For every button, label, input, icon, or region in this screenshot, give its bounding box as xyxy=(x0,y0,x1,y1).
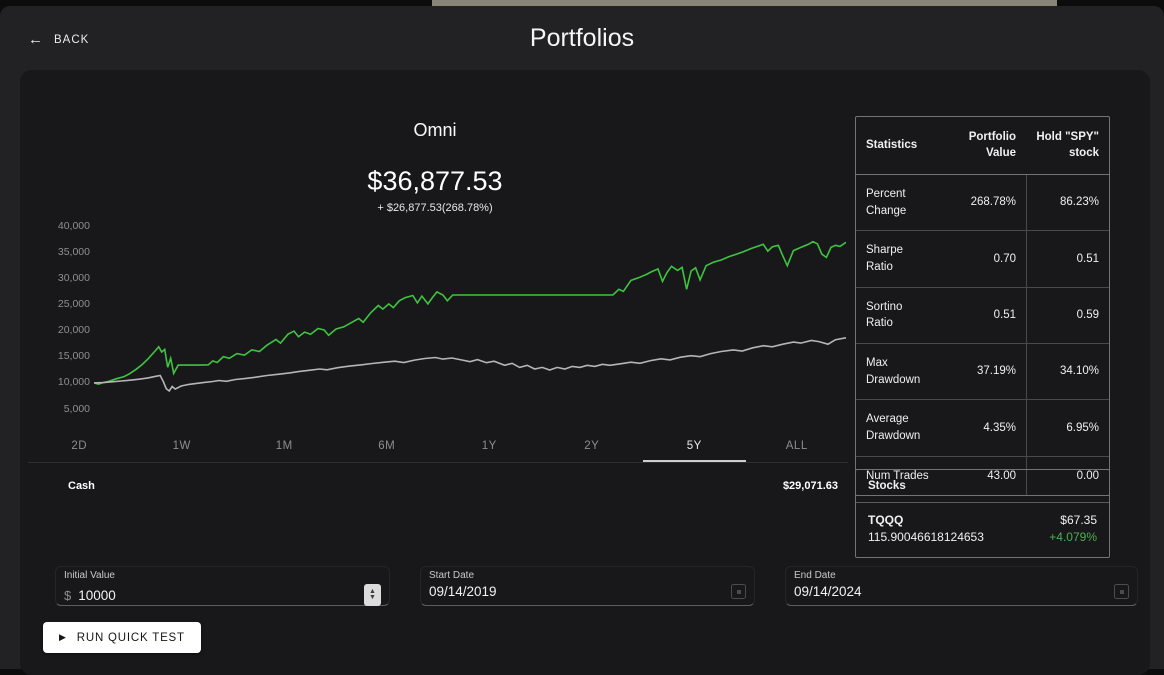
stats-row-portfolio-value: 268.78% xyxy=(942,175,1026,230)
y-tick-label: 35,000 xyxy=(28,246,90,258)
tab-1m[interactable]: 1M xyxy=(233,430,336,462)
stats-row: Sharpe Ratio0.700.51 xyxy=(856,231,1109,287)
start-date-field[interactable]: Start Date 09/14/2019 xyxy=(420,566,755,606)
tab-all[interactable]: ALL xyxy=(746,430,849,462)
portfolio-value: $36,877.53 xyxy=(20,166,850,197)
start-date-label: Start Date xyxy=(429,570,746,582)
statistics-header-row: Statistics Portfolio Value Hold "SPY" st… xyxy=(856,117,1109,175)
tab-1w[interactable]: 1W xyxy=(131,430,234,462)
stocks-title: Stocks xyxy=(856,470,1109,503)
app-surface: ← BACK Portfolios Omni $36,877.53 + $26,… xyxy=(0,6,1164,669)
stats-table-body: Percent Change268.78%86.23%Sharpe Ratio0… xyxy=(856,175,1109,495)
start-date-input[interactable]: 09/14/2019 xyxy=(429,584,497,599)
range-tabs: 2D1W1M6M1Y2Y5YALL xyxy=(28,430,848,463)
stock-change-pct: +4.079% xyxy=(1049,529,1097,546)
stock-price: $67.35 xyxy=(1060,512,1097,529)
stats-row-portfolio-value: 4.35% xyxy=(942,400,1026,455)
performance-chart: 40,000 35,000 30,000 25,000 20,000 15,000 10,0… xyxy=(20,216,850,418)
portfolio-name: Omni xyxy=(20,120,850,141)
y-tick-label: 10,000 xyxy=(28,376,90,388)
stock-row: TQQQ $67.35 115.90046618124653 +4.079% xyxy=(856,503,1109,557)
cash-label: Cash xyxy=(68,480,95,492)
stats-row: Sortino Ratio0.510.59 xyxy=(856,288,1109,344)
cash-value: $29,071.63 xyxy=(783,480,838,492)
portfolio-card: Omni $36,877.53 + $26,877.53(268.78%) 40… xyxy=(20,70,1150,675)
stats-row: Percent Change268.78%86.23% xyxy=(856,175,1109,231)
stock-symbol: TQQQ xyxy=(868,512,903,529)
stocks-panel: Stocks TQQQ $67.35 115.90046618124653 +4… xyxy=(855,469,1110,558)
back-label: BACK xyxy=(54,34,89,46)
portfolio-change: + $26,877.53(268.78%) xyxy=(20,202,850,214)
stats-row-label: Sharpe Ratio xyxy=(856,231,942,286)
initial-value-input[interactable]: 10000 xyxy=(78,588,116,603)
initial-value-field[interactable]: Initial Value $ 10000 ▲▼ xyxy=(55,566,390,606)
stats-header-label: Statistics xyxy=(856,117,942,174)
stats-row-portfolio-value: 37.19% xyxy=(942,344,1026,399)
cash-row: Cash $29,071.63 xyxy=(68,480,838,492)
stats-row-spy-value: 86.23% xyxy=(1026,175,1109,230)
tab-1y[interactable]: 1Y xyxy=(438,430,541,462)
tab-2d[interactable]: 2D xyxy=(28,430,131,462)
back-arrow-icon: ← xyxy=(28,32,44,47)
stats-row-label: Max Drawdown xyxy=(856,344,942,399)
y-tick-label: 5,000 xyxy=(28,403,90,415)
stats-row-spy-value: 6.95% xyxy=(1026,400,1109,455)
calendar-icon[interactable] xyxy=(731,584,746,599)
statistics-table: Statistics Portfolio Value Hold "SPY" st… xyxy=(855,116,1110,496)
y-tick-label: 40,000 xyxy=(28,220,90,232)
stats-row: Max Drawdown37.19%34.10% xyxy=(856,344,1109,400)
stats-header-spy: Hold "SPY" stock xyxy=(1026,117,1109,174)
dollar-prefix: $ xyxy=(64,588,71,603)
chart-svg xyxy=(94,216,846,418)
stock-shares: 115.90046618124653 xyxy=(868,529,984,546)
back-button[interactable]: ← BACK xyxy=(28,32,89,47)
end-date-label: End Date xyxy=(794,570,1129,582)
stats-row-label: Average Drawdown xyxy=(856,400,942,455)
series-portfolio-value xyxy=(94,242,846,385)
stats-row-portfolio-value: 0.51 xyxy=(942,288,1026,343)
stats-header-portfolio: Portfolio Value xyxy=(942,117,1026,174)
y-tick-label: 25,000 xyxy=(28,298,90,310)
y-tick-label: 30,000 xyxy=(28,272,90,284)
end-date-field[interactable]: End Date 09/14/2024 xyxy=(785,566,1138,606)
stepper-down-icon[interactable]: ▼ xyxy=(369,595,376,601)
tab-6m[interactable]: 6M xyxy=(336,430,439,462)
run-quick-test-label: RUN QUICK TEST xyxy=(77,632,185,644)
play-icon: ▶ xyxy=(59,632,67,643)
y-tick-label: 15,000 xyxy=(28,350,90,362)
y-tick-label: 20,000 xyxy=(28,324,90,336)
run-quick-test-button[interactable]: ▶ RUN QUICK TEST xyxy=(43,622,201,653)
page-title: Portfolios xyxy=(0,24,1164,53)
stats-row-spy-value: 0.51 xyxy=(1026,231,1109,286)
end-date-input[interactable]: 09/14/2024 xyxy=(794,584,862,599)
calendar-icon[interactable] xyxy=(1114,584,1129,599)
initial-value-label: Initial Value xyxy=(64,570,381,582)
tab-5y[interactable]: 5Y xyxy=(643,430,746,462)
y-axis-labels: 40,000 35,000 30,000 25,000 20,000 15,000 10,0… xyxy=(28,216,90,418)
stats-row-label: Sortino Ratio xyxy=(856,288,942,343)
number-stepper[interactable]: ▲▼ xyxy=(364,584,381,606)
stats-row-label: Percent Change xyxy=(856,175,942,230)
stats-row-portfolio-value: 0.70 xyxy=(942,231,1026,286)
stats-row-spy-value: 34.10% xyxy=(1026,344,1109,399)
tab-2y[interactable]: 2Y xyxy=(541,430,644,462)
stats-row-spy-value: 0.59 xyxy=(1026,288,1109,343)
stats-row: Average Drawdown4.35%6.95% xyxy=(856,400,1109,456)
